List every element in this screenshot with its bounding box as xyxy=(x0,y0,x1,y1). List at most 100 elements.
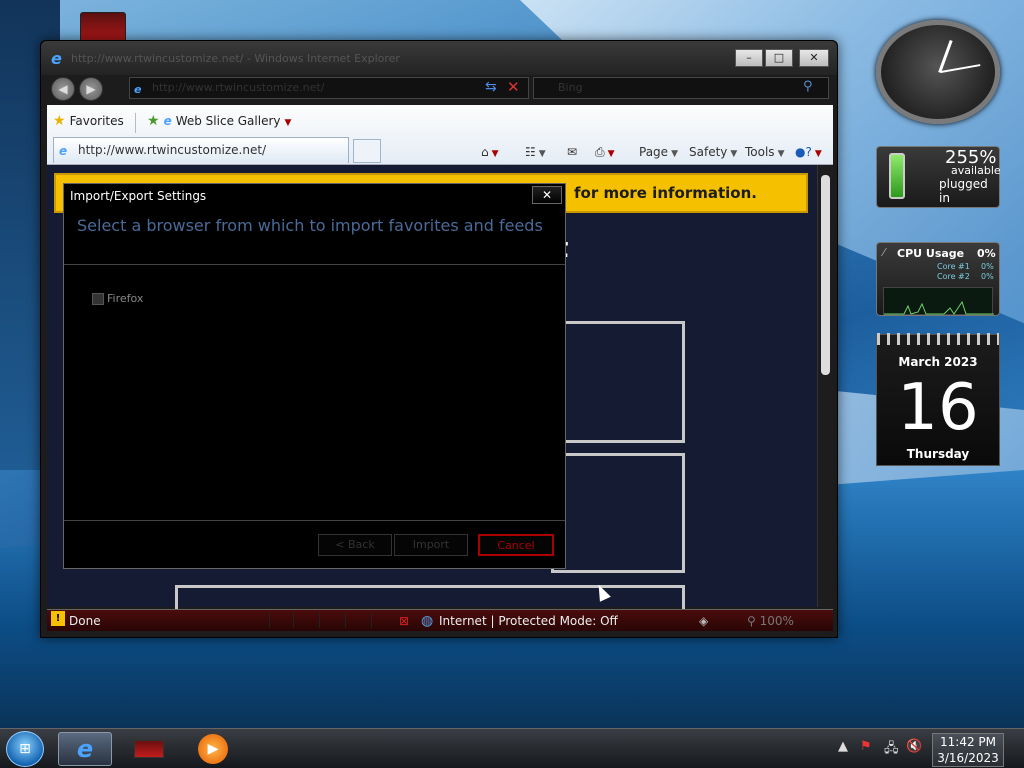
address-text: http://www.rtwincustomize.net/ xyxy=(152,81,325,94)
favorites-label: Favorites xyxy=(69,114,124,128)
minute-hand xyxy=(940,64,981,73)
cancel-button[interactable]: Cancel xyxy=(478,534,554,556)
show-hidden-icons-button[interactable]: ▲ xyxy=(838,739,848,754)
clock-time: 11:42 PM xyxy=(940,735,996,749)
divider xyxy=(345,612,346,628)
battery-gadget[interactable]: 255% available plugged in xyxy=(876,146,1001,208)
tools-label: Tools xyxy=(745,145,775,159)
cpu-gadget[interactable]: ⁄ CPU Usage 0% Core #1 0% Core #2 0% xyxy=(876,242,1000,316)
core1-value: 0% xyxy=(981,262,994,271)
warning-icon: ! xyxy=(51,611,65,626)
cpu-title: CPU Usage xyxy=(897,247,965,260)
start-button[interactable]: ⊞ xyxy=(6,731,44,767)
safety-menu[interactable]: Safety ▼ xyxy=(689,145,737,159)
hour-hand xyxy=(938,40,953,73)
help-icon: ●? xyxy=(795,145,812,159)
mail-icon: ✉ xyxy=(567,145,578,159)
navigation-bar: ◀ ▶ e http://www.rtwincustomize.net/ ⇆ ✕… xyxy=(47,75,833,105)
search-icon[interactable]: ⚲ xyxy=(803,79,813,94)
content-box xyxy=(551,321,685,443)
core1-label: Core #1 xyxy=(937,262,970,271)
desktop-app-icon[interactable] xyxy=(80,12,126,42)
app-icon xyxy=(134,740,164,758)
forward-button[interactable]: ▶ xyxy=(79,77,103,101)
import-export-dialog: Import/Export Settings ✕ Select a browse… xyxy=(63,183,566,569)
safety-label: Safety xyxy=(689,145,728,159)
checkbox[interactable] xyxy=(92,293,104,305)
address-bar[interactable]: e http://www.rtwincustomize.net/ xyxy=(129,77,529,99)
web-slice-gallery-button[interactable]: ★ e Web Slice Gallery ▼ xyxy=(147,113,291,129)
security-zone[interactable]: Internet | Protected Mode: Off xyxy=(439,611,618,631)
media-player-icon: ▶ xyxy=(198,734,228,764)
taskbar-clock[interactable]: 11:42 PM 3/16/2023 xyxy=(932,733,1004,767)
favorites-button[interactable]: ★ Favorites xyxy=(53,113,124,129)
calendar-weekday: Thursday xyxy=(906,447,970,461)
add-favorite-icon: ★ xyxy=(147,113,160,129)
battery-available: available xyxy=(951,164,1001,177)
mail-button[interactable]: ✉ xyxy=(567,145,577,159)
taskbar-ie-button[interactable]: e xyxy=(58,732,112,766)
network-icon[interactable]: 🖧 xyxy=(884,739,899,761)
feeds-button[interactable]: ☷ ▼ xyxy=(525,145,546,159)
action-center-icon[interactable]: ⚑ xyxy=(860,739,872,754)
dialog-heading: Select a browser from which to import fa… xyxy=(77,216,543,235)
calendar-gadget[interactable]: March 2023 16 Thursday xyxy=(876,333,1000,466)
clock-date: 3/16/2023 xyxy=(937,751,999,765)
core2-label: Core #2 xyxy=(937,272,970,281)
page-icon: e xyxy=(163,114,172,128)
globe-icon: ◍ xyxy=(421,613,434,629)
option-label: Firefox xyxy=(107,292,144,305)
back-button[interactable]: ◀ xyxy=(51,77,75,101)
maximize-button[interactable]: □ xyxy=(765,49,793,67)
minimize-button[interactable]: – xyxy=(735,49,763,67)
home-button[interactable]: ⌂ ▼ xyxy=(481,145,499,159)
zoom-text: 100% xyxy=(759,614,794,628)
close-button[interactable]: ✕ xyxy=(799,49,829,67)
window-title: http://www.rtwincustomize.net/ - Windows… xyxy=(71,52,400,65)
battery-status: plugged in xyxy=(939,177,988,205)
chevron-down-icon: ▼ xyxy=(671,149,678,159)
divider xyxy=(293,612,294,628)
dialog-title: Import/Export Settings xyxy=(70,189,207,203)
page-label: Page xyxy=(639,145,669,159)
protected-mode-icon[interactable]: ◈ xyxy=(699,611,708,631)
taskbar-app-button[interactable] xyxy=(122,732,176,766)
refresh-icon[interactable]: ⇆ xyxy=(485,79,497,95)
home-icon: ⌂ xyxy=(481,145,489,159)
help-button[interactable]: ●? ▼ xyxy=(795,145,822,159)
browser-tab[interactable]: e http://www.rtwincustomize.net/ xyxy=(53,137,349,163)
chevron-down-icon: ▼ xyxy=(284,118,292,128)
chevron-down-icon: ▼ xyxy=(491,149,499,159)
import-button[interactable]: Import xyxy=(394,534,468,556)
search-input[interactable]: Bing xyxy=(533,77,829,99)
page-menu[interactable]: Page ▼ xyxy=(639,145,678,159)
dialog-close-button[interactable]: ✕ xyxy=(532,186,562,204)
tab-title: http://www.rtwincustomize.net/ xyxy=(78,143,267,157)
taskbar-media-button[interactable]: ▶ xyxy=(186,732,240,766)
volume-muted-icon[interactable]: 🔇 xyxy=(906,739,922,754)
stop-icon[interactable]: ✕ xyxy=(507,78,520,96)
chevron-down-icon: ▼ xyxy=(538,149,546,159)
clock-gadget[interactable] xyxy=(876,20,1000,124)
gauge-icon: ⁄ xyxy=(883,246,885,259)
taskbar: ⊞ e ▶ ▲ ⚑ 🖧 🔇 11:42 PM 3/16/2023 xyxy=(0,728,1024,768)
divider xyxy=(371,612,372,628)
zoom-level[interactable]: ⚲ 100% xyxy=(747,611,794,631)
print-button[interactable]: ⎙ ▼ xyxy=(595,145,615,160)
cpu-value: 0% xyxy=(977,247,996,260)
blocked-icon[interactable]: ⊠ xyxy=(399,611,409,631)
cpu-graph xyxy=(883,287,994,315)
title-bar[interactable]: e http://www.rtwincustomize.net/ - Windo… xyxy=(41,41,837,75)
calendar-month: March 2023 xyxy=(898,355,978,369)
new-tab-button[interactable] xyxy=(353,139,381,163)
calendar-day: 16 xyxy=(897,371,979,445)
chevron-down-icon: ▼ xyxy=(730,149,738,159)
vertical-scrollbar[interactable] xyxy=(817,165,833,607)
status-bar: ! Done ⊠ ◍ Internet | Protected Mode: Of… xyxy=(47,609,833,631)
scrollbar-thumb[interactable] xyxy=(821,175,830,375)
back-button[interactable]: < Back xyxy=(318,534,392,556)
browser-option-firefox[interactable]: Firefox xyxy=(92,292,143,305)
command-bar: ★ Favorites ★ e Web Slice Gallery ▼ e http:/… xyxy=(47,105,833,165)
rss-icon: ☷ xyxy=(525,145,536,159)
tools-menu[interactable]: Tools ▼ xyxy=(745,145,784,159)
